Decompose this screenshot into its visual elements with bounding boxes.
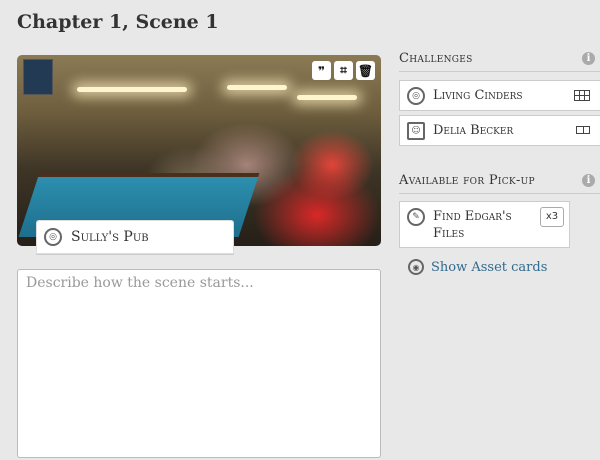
- location-card[interactable]: ◎ Sully's Pub: [36, 220, 234, 254]
- challenge-label: Delia Becker: [433, 123, 514, 138]
- portrait-icon: ☺: [407, 121, 425, 140]
- info-icon[interactable]: i: [582, 52, 595, 65]
- info-icon[interactable]: i: [582, 174, 595, 187]
- wall-sign-decoration: [23, 59, 53, 95]
- crop-icon[interactable]: ⌗: [334, 61, 353, 80]
- challenges-header: Challenges i: [399, 51, 600, 72]
- quote-icon[interactable]: ❞: [312, 61, 331, 80]
- pickup-label-line1: Find Edgar's: [433, 209, 512, 224]
- grid-icon: [574, 90, 590, 101]
- image-toolbar: ❞ ⌗ 🗑: [312, 61, 375, 80]
- count-badge: x3: [540, 207, 564, 227]
- scene-image: [17, 55, 381, 246]
- page-title: Chapter 1, Scene 1: [17, 11, 219, 33]
- pickup-title: Available for Pick-up: [399, 173, 535, 188]
- challenge-label: Living Cinders: [433, 88, 523, 103]
- show-asset-cards-link[interactable]: ◉ Show Asset cards: [408, 259, 547, 275]
- trash-icon[interactable]: 🗑: [356, 61, 375, 80]
- asset-link-label: Show Asset cards: [431, 259, 548, 275]
- clue-icon: ✎: [407, 208, 425, 226]
- scene-description-input[interactable]: [17, 269, 381, 458]
- pickup-card-label: Find Edgar's Files: [425, 208, 512, 242]
- target-icon: ◎: [407, 86, 425, 105]
- ceiling-light-decoration: [77, 87, 187, 92]
- location-icon: ◎: [44, 228, 62, 246]
- asset-icon: ◉: [408, 259, 424, 275]
- ceiling-light-decoration: [227, 85, 287, 90]
- challenges-title: Challenges: [399, 51, 473, 66]
- challenge-card-living-cinders[interactable]: ◎ Living Cinders: [399, 80, 600, 111]
- challenge-card-delia-becker[interactable]: ☺ Delia Becker: [399, 115, 600, 146]
- box-icon: [576, 126, 590, 134]
- pickup-header: Available for Pick-up i: [399, 173, 600, 194]
- pickup-label-line2: Files: [433, 226, 465, 241]
- pickup-card-find-edgars-files[interactable]: ✎ Find Edgar's Files x3: [399, 201, 570, 248]
- location-label: Sully's Pub: [71, 229, 149, 245]
- ceiling-light-decoration: [297, 95, 357, 100]
